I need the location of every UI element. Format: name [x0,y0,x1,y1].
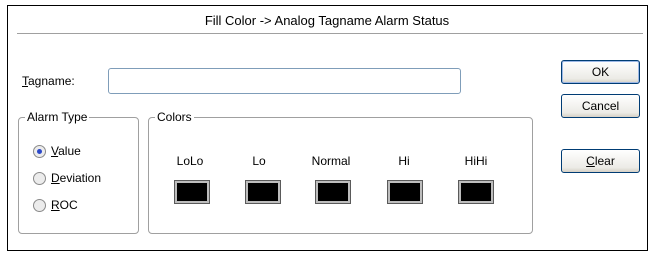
color-swatch-hi[interactable] [387,180,423,204]
tagname-label-text: agname: [28,74,75,88]
tagname-label: Tagname: [22,74,75,88]
radio-deviation-indicator[interactable] [33,171,46,185]
radio-deviation[interactable]: Deviation [33,171,101,185]
radio-deviation-text: eviation [59,171,102,185]
color-label-lo: Lo [252,154,266,168]
clear-button-text: lear [594,154,615,168]
color-label-hi: Hi [398,154,410,168]
radio-deviation-label: Deviation [51,171,101,185]
radio-roc-label: ROC [51,198,78,212]
ok-button[interactable]: OK [561,60,640,84]
clear-button[interactable]: Clear [561,149,640,173]
clear-button-accel: C [586,154,595,168]
dialog-title: Fill Color -> Analog Tagname Alarm Statu… [204,13,450,28]
color-swatch-lo[interactable] [245,180,281,204]
radio-roc-text: OC [59,198,78,212]
radio-deviation-accel: D [51,171,60,185]
radio-value-text: alue [58,144,81,158]
cancel-button[interactable]: Cancel [561,94,640,118]
radio-roc[interactable]: ROC [33,198,78,212]
color-label-hihi: HiHi [464,154,488,168]
colors-group: Colors LoLo Lo Normal Hi HiHi [148,110,533,234]
color-swatch-normal[interactable] [315,180,351,204]
alarm-type-legend: Alarm Type [25,110,90,124]
color-swatch-lolo[interactable] [174,180,210,204]
color-label-normal: Normal [311,154,351,168]
color-label-lolo: LoLo [176,154,204,168]
radio-roc-accel: R [51,198,60,212]
color-swatch-hihi[interactable] [458,180,494,204]
radio-roc-indicator[interactable] [33,198,46,212]
radio-value[interactable]: Value [33,144,81,158]
colors-legend: Colors [155,110,194,124]
title-divider [17,33,643,35]
radio-value-indicator[interactable] [33,144,46,158]
dialog-window: Fill Color -> Analog Tagname Alarm Statu… [7,5,648,251]
alarm-type-group: Alarm Type Value Deviation ROC [18,110,139,234]
tagname-input[interactable] [108,68,461,94]
radio-value-label: Value [51,144,81,158]
